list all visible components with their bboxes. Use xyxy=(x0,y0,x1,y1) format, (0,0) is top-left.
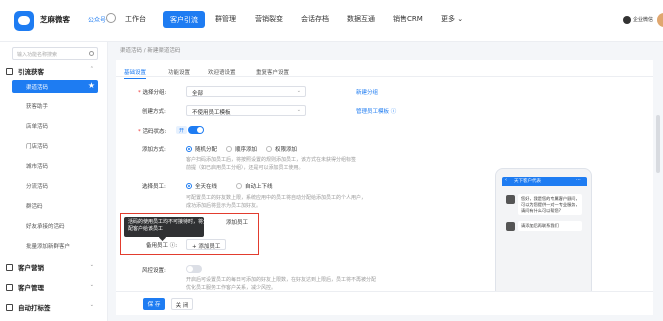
form-footer: 保 存 关 闭 xyxy=(116,291,653,315)
add-mode-hint-1: 客户扫码添加员工后，将按照设置的规则添加员工，该方式在未获得分组标签 xyxy=(186,157,357,163)
save-button[interactable]: 保 存 xyxy=(143,298,165,310)
tag-icon xyxy=(6,304,13,311)
star-icon[interactable]: ★ xyxy=(88,81,95,90)
calendar-icon xyxy=(6,264,13,271)
sidebar-item-friend-code[interactable]: 好友承接的活码 xyxy=(26,222,65,230)
chevron-down-icon: ⌄ xyxy=(89,282,94,288)
avatar xyxy=(506,195,515,204)
sidebar-item-city-code[interactable]: 城市活码 xyxy=(26,162,48,170)
chevron-down-icon: ⌄ xyxy=(296,107,301,113)
chat-bubble: 请添加后再联系我们 xyxy=(518,221,582,231)
tooltip: 活码的使用员工均不可接待时，将分 配客户给该员工 xyxy=(124,217,208,237)
org-icon xyxy=(623,16,631,24)
manage-template-link[interactable]: 管理员工模板 ⓘ xyxy=(356,107,396,115)
sidebar-group-customer[interactable]: 客户管理 ⌄ xyxy=(6,282,102,292)
sidebar-item-order-code[interactable]: 店单活码 xyxy=(26,122,48,130)
cancel-button[interactable]: 关 闭 xyxy=(171,298,193,310)
nav-marketing[interactable]: 营销裂变 xyxy=(255,14,283,24)
pick-hint-2: 成功添加后将显示为员工加好友。 xyxy=(186,203,262,209)
sidebar: 输入功能名称搜索 引流获客 ⌃ 渠道活码 ★ 获客助手 店单活码 门店活码 城市活码… xyxy=(0,42,108,321)
nav-customer-acquisition[interactable]: 客户引流 xyxy=(163,11,205,28)
nav-workbench[interactable]: 工作台 xyxy=(125,14,146,24)
search-icon xyxy=(89,51,94,56)
sidebar-group-tags[interactable]: 自动打标签 ⌄ xyxy=(6,302,102,312)
nav-sales-crm[interactable]: 销售CRM xyxy=(393,14,423,24)
org-name: 企业微信 xyxy=(633,17,654,23)
chevron-down-icon: ⌄ xyxy=(296,88,301,94)
sidebar-item-channel-code[interactable]: 渠道活码 ★ xyxy=(12,80,98,93)
group-select[interactable]: 全部 ⌄ xyxy=(186,86,306,97)
customer-icon xyxy=(6,284,13,291)
sidebar-item-batch-add[interactable]: 批量添加新群客户 xyxy=(26,242,70,250)
share-icon xyxy=(6,68,13,75)
nav-chat-archive[interactable]: 会话存档 xyxy=(301,14,329,24)
pick-hint-1: 可配置员工的好友数上限，系统应用中的员工将自动分配给添加员工的个人用户， xyxy=(186,195,367,201)
avatar xyxy=(506,222,515,231)
toggle-label: * 活码状态: xyxy=(138,129,167,135)
sidebar-search-input[interactable]: 输入功能名称搜索 xyxy=(12,47,98,60)
sidebar-group-marketing[interactable]: 客户营销 ⌄ xyxy=(6,262,102,272)
main-content: 渠道活码 / 新建渠道活码 基础设置 功能设置 欢迎语设置 重复客户设置 * 选… xyxy=(108,42,663,321)
breadcrumb-parent[interactable]: 渠道活码 xyxy=(120,48,142,54)
chat-bubble: 您好，我是您的专属客户顾问， 可以为您提供一对一专业服务， 请问有什么可以帮您? xyxy=(518,194,582,215)
app-tag[interactable]: 公众号 xyxy=(88,15,106,24)
sidebar-item-group-code[interactable]: 群活码 xyxy=(26,202,43,210)
radio-auto-online[interactable]: 自动上下线 xyxy=(236,182,273,190)
radio-sequence[interactable]: 顺序添加 xyxy=(226,145,257,153)
radio-all-day[interactable]: 全天在线 xyxy=(186,182,217,190)
sidebar-item-store-code[interactable]: 门店活码 xyxy=(26,142,48,150)
nav-more[interactable]: 更多 ⌄ xyxy=(441,14,463,24)
back-icon: ‹ xyxy=(505,177,507,183)
nav-data-sync[interactable]: 数据互通 xyxy=(347,14,375,24)
tab-basic[interactable]: 基础设置 xyxy=(124,68,147,79)
nav-group-management[interactable]: 群管理 xyxy=(215,14,236,24)
breadcrumb: 渠道活码 / 新建渠道活码 xyxy=(120,48,181,54)
tab-welcome[interactable]: 欢迎语设置 xyxy=(208,68,236,76)
tab-bar: 基础设置 功能设置 欢迎语设置 重复客户设置 xyxy=(116,64,653,79)
tab-function[interactable]: 功能设置 xyxy=(168,68,190,76)
sidebar-item-split-code[interactable]: 分流活码 xyxy=(26,182,48,190)
top-bar: 芝麻微客 公众号 工作台 客户引流 群管理 营销裂变 会话存档 数据互通 销售C… xyxy=(0,0,663,42)
tab-repeat[interactable]: 重复客户设置 xyxy=(256,68,289,76)
risk-toggle[interactable] xyxy=(186,265,202,273)
avatar[interactable] xyxy=(657,13,663,27)
chevron-down-icon: ⌄ xyxy=(89,302,94,308)
more-icon: ··· xyxy=(576,177,581,183)
new-group-link[interactable]: 新建分组 xyxy=(356,88,378,96)
app-logo-icon xyxy=(14,11,34,31)
chevron-down-icon: ⌄ xyxy=(89,262,94,268)
app-title: 芝麻微客 xyxy=(40,15,70,24)
add-mode-label: 添加方式: xyxy=(142,147,166,153)
scrollbar[interactable] xyxy=(656,115,660,173)
chevron-up-icon: ⌃ xyxy=(89,66,94,72)
add-mode-hint-2: 前提（如已启用员工分组），还是可以添加员工使用。 xyxy=(186,165,304,171)
phone-title: 天下客户代表 xyxy=(514,179,541,184)
group-label: * 选择分组: xyxy=(138,90,167,96)
radio-random[interactable]: 随机分配 xyxy=(186,145,217,153)
create-mode-select[interactable]: 不使用员工模板 ⌄ xyxy=(186,105,306,116)
sidebar-group-acquisition[interactable]: 引流获客 ⌃ xyxy=(6,66,102,76)
switch-icon[interactable] xyxy=(106,13,116,23)
pick-staff-label: 选择员工: xyxy=(142,184,166,190)
form-card: 基础设置 功能设置 欢迎语设置 重复客户设置 * 选择分组: 全部 ⌄ 新建分组 … xyxy=(116,60,660,315)
phone-preview: ‹ 天下客户代表 ··· 您好，我是您的专属客户顾问， 可以为您提供一对一专业服务… xyxy=(495,168,592,298)
sidebar-item-acquisition-assistant[interactable]: 获客助手 xyxy=(26,102,48,110)
risk-hint-1: 开启后可设置员工的每日可添加的好友上限数，在好友达到上限后，员工将不再被分配 xyxy=(186,277,377,283)
status-badge: 开 xyxy=(176,126,188,134)
breadcrumb-current: 新建渠道活码 xyxy=(147,48,181,54)
radio-weight[interactable]: 权限添加 xyxy=(266,145,297,153)
create-mode-label: 创建方式: xyxy=(142,109,166,115)
risk-label: 风控设置: xyxy=(142,268,166,274)
code-status-toggle[interactable] xyxy=(188,126,204,134)
